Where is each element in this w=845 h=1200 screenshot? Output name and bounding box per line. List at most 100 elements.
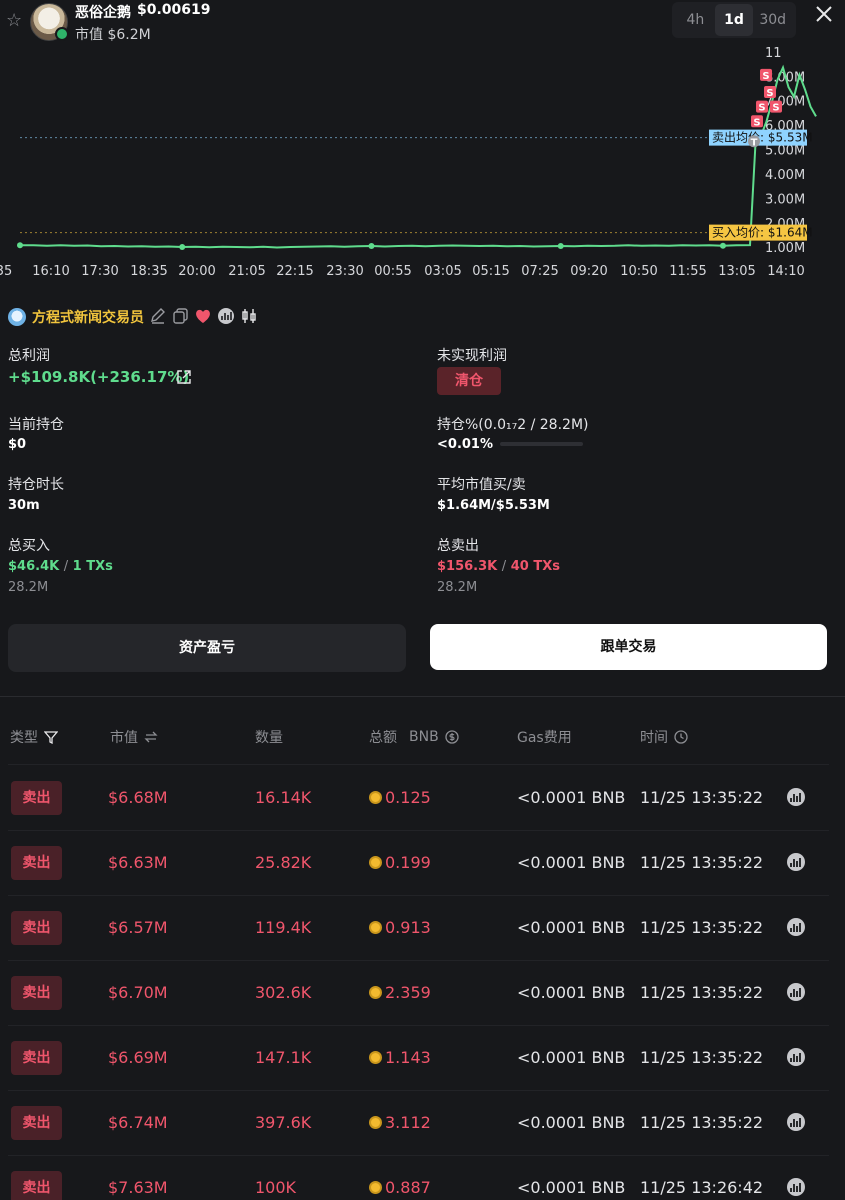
- close-icon[interactable]: [812, 2, 836, 26]
- explorer-link-icon[interactable]: [786, 1177, 806, 1197]
- row-gas: <0.0001 BNB: [517, 983, 626, 1002]
- column-time[interactable]: 时间: [640, 727, 688, 747]
- row-time: 11/25 13:35:22: [640, 918, 764, 937]
- trade-marker-label: S: [758, 103, 765, 114]
- bnb-coin-icon: [369, 856, 382, 869]
- column-qty: 数量: [255, 727, 283, 747]
- row-amount-value: 0.913: [385, 918, 431, 937]
- asset-pnl-button[interactable]: 资产盈亏: [8, 624, 406, 672]
- bnb-coin-icon: [369, 986, 382, 999]
- explorer-link-icon[interactable]: [786, 1047, 806, 1067]
- trade-type-badge: 卖出: [11, 781, 62, 815]
- row-time: 11/25 13:35:22: [640, 1048, 764, 1067]
- row-amount-value: 0.887: [385, 1178, 431, 1197]
- row-amount: 0.887: [369, 1178, 431, 1197]
- row-gas: <0.0001 BNB: [517, 1178, 626, 1197]
- row-time: 11/25 13:35:22: [640, 788, 764, 807]
- table-row[interactable]: 卖出 $6.74M 397.6K 3.112 <0.0001 BNB 11/25 13:3…: [0, 1091, 845, 1156]
- duration-label: 持仓时长: [8, 477, 64, 493]
- row-qty: 119.4K: [255, 918, 312, 937]
- tab-1d[interactable]: 1d: [714, 4, 754, 36]
- column-type-label: 类型: [10, 730, 38, 746]
- market-cap-chart[interactable]: 1.00M2.00M3.00M4.00M5.00M6.00M7.00M8.00M…: [0, 40, 845, 285]
- x-tick-label: 20:00: [178, 264, 216, 279]
- section-divider: [0, 696, 845, 697]
- copy-icon[interactable]: [172, 307, 190, 325]
- trader-name[interactable]: 方程式新闻交易员: [32, 307, 144, 327]
- trade-type-badge: 卖出: [11, 1106, 62, 1140]
- row-amount-value: 1.143: [385, 1048, 431, 1067]
- x-tick-label: 21:05: [228, 264, 266, 279]
- row-mcap: $6.57M: [108, 918, 168, 937]
- candlestick-icon[interactable]: [240, 307, 258, 325]
- total-buy-txs: 1 TXs: [72, 559, 113, 574]
- row-qty: 16.14K: [255, 788, 312, 807]
- column-gas-label: Gas费用: [517, 730, 572, 746]
- x-tick-label: 10:50: [620, 264, 658, 279]
- table-row[interactable]: 卖出 $6.70M 302.6K 2.359 <0.0001 BNB 11/25 13:3…: [0, 961, 845, 1026]
- total-buy-separator: /: [63, 559, 69, 574]
- explorer-link-icon[interactable]: [786, 787, 806, 807]
- explorer-link-icon[interactable]: [786, 1112, 806, 1132]
- star-icon[interactable]: ☆: [6, 11, 26, 31]
- pencil-icon[interactable]: [149, 307, 167, 325]
- trade-point: [557, 243, 564, 250]
- column-amount[interactable]: 总额 BNB: [369, 727, 459, 747]
- swap-icon[interactable]: [144, 730, 158, 744]
- x-tick-label: 22:15: [276, 264, 314, 279]
- total-buy-sub: 28.2M: [8, 580, 49, 595]
- verified-badge-icon: [55, 27, 69, 41]
- tab-4h[interactable]: 4h: [676, 4, 715, 36]
- holding-pct-value: <0.01%: [437, 437, 493, 452]
- table-row[interactable]: 卖出 $6.69M 147.1K 1.143 <0.0001 BNB 11/25 13:3…: [0, 1026, 845, 1091]
- row-amount: 1.143: [369, 1048, 431, 1067]
- row-qty: 147.1K: [255, 1048, 312, 1067]
- table-row[interactable]: 卖出 $6.63M 25.82K 0.199 <0.0001 BNB 11/25 13:3…: [0, 831, 845, 896]
- trade-type-badge: 卖出: [11, 846, 62, 880]
- total-sell-value: $156.3K / 40 TXs: [437, 559, 560, 574]
- table-row[interactable]: 卖出 $7.63M 100K 0.887 <0.0001 BNB 11/25 13:26:…: [0, 1156, 845, 1200]
- trade-type-badge: 卖出: [11, 911, 62, 945]
- total-sell-separator: /: [501, 559, 507, 574]
- x-tick-label: 23:30: [326, 264, 364, 279]
- copy-trade-button[interactable]: 跟单交易: [430, 624, 827, 670]
- explorer-link-icon[interactable]: [786, 852, 806, 872]
- row-gas: <0.0001 BNB: [517, 788, 626, 807]
- row-amount-value: 3.112: [385, 1113, 431, 1132]
- clear-position-button[interactable]: 清仓: [437, 367, 501, 395]
- column-mcap-label: 市值: [110, 730, 138, 746]
- trade-type-badge: 卖出: [11, 1171, 62, 1200]
- row-mcap: $7.63M: [108, 1178, 168, 1197]
- row-time: 11/25 13:35:22: [640, 983, 764, 1002]
- explorer-link-icon[interactable]: [786, 917, 806, 937]
- table-row[interactable]: 卖出 $6.57M 119.4K 0.913 <0.0001 BNB 11/25 13:3…: [0, 896, 845, 961]
- unrealized-profit-label: 未实现利润: [437, 348, 507, 364]
- column-type[interactable]: 类型: [10, 727, 58, 747]
- total-buy-label: 总买入: [8, 538, 50, 554]
- column-qty-label: 数量: [255, 730, 283, 746]
- explorer-icon[interactable]: [217, 307, 235, 325]
- filter-icon[interactable]: [44, 730, 58, 744]
- bnb-coin-icon: [369, 1181, 382, 1194]
- row-qty: 397.6K: [255, 1113, 312, 1132]
- explorer-link-icon[interactable]: [786, 982, 806, 1002]
- bnb-coin-icon: [369, 791, 382, 804]
- row-amount: 0.125: [369, 788, 431, 807]
- trade-marker-label: S: [766, 88, 773, 99]
- row-mcap: $6.69M: [108, 1048, 168, 1067]
- holding-value: $0: [8, 437, 27, 452]
- x-tick-label: 16:10: [32, 264, 70, 279]
- column-amount-unit: BNB: [409, 729, 439, 745]
- external-link-icon[interactable]: [176, 369, 192, 385]
- column-mcap[interactable]: 市值: [110, 727, 158, 747]
- tab-30d[interactable]: 30d: [753, 4, 792, 36]
- total-profit-label: 总利润: [8, 348, 50, 364]
- total-buy-value: $46.4K / 1 TXs: [8, 559, 113, 574]
- heart-icon[interactable]: [194, 307, 212, 325]
- row-mcap: $6.63M: [108, 853, 168, 872]
- clock-icon[interactable]: [674, 730, 688, 744]
- avg-mcap-label: 平均市值买/卖: [437, 477, 526, 493]
- currency-toggle-icon[interactable]: [445, 730, 459, 744]
- table-row[interactable]: 卖出 $6.68M 16.14K 0.125 <0.0001 BNB 11/25 13:3…: [0, 766, 845, 831]
- row-qty: 100K: [255, 1178, 297, 1197]
